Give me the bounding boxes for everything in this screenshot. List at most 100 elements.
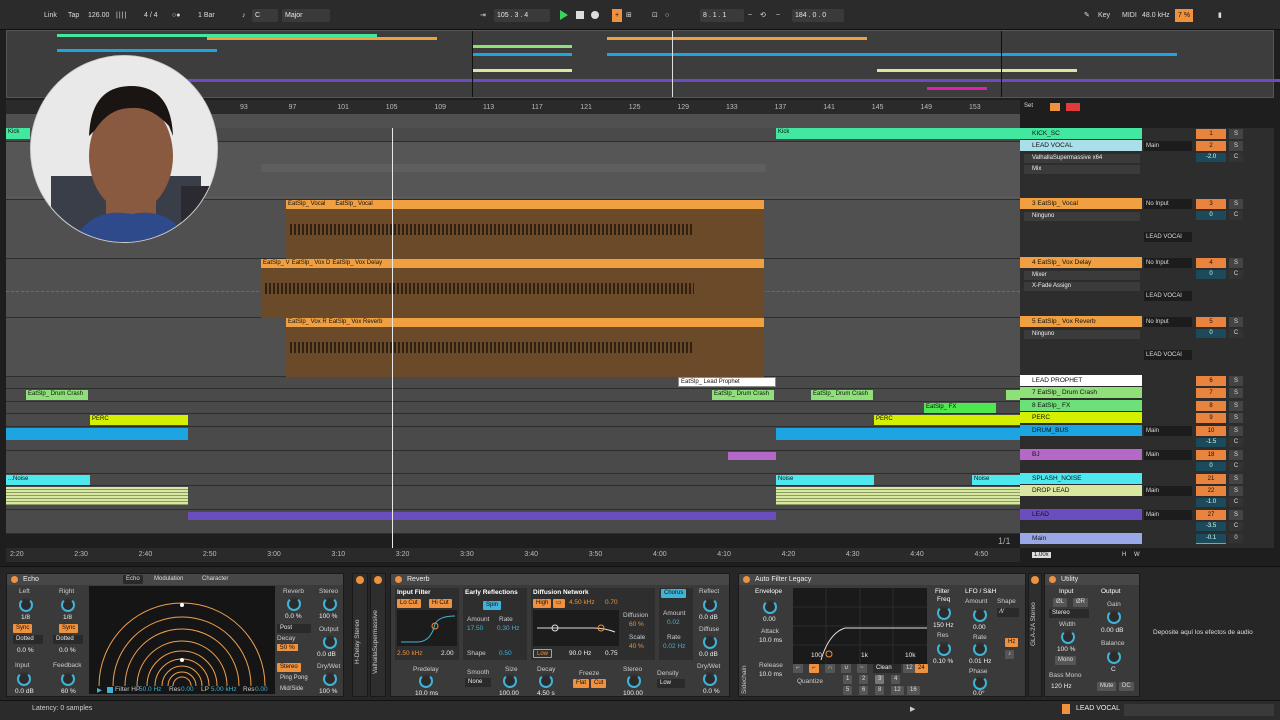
track-activator[interactable]: 27 [1196,510,1226,520]
lowpass-icon[interactable]: ⌐ [793,664,803,673]
track-header[interactable]: 4 EatSlp_ Vox Delay Mixer X-Fade Assign No … [1020,257,1274,316]
res-value[interactable]: 0.10 % [933,658,953,665]
chorus-button[interactable]: Chorus [661,589,687,598]
punch-in-icon[interactable]: ~ [748,9,752,22]
predelay-knob[interactable] [419,674,433,688]
track-name[interactable]: PERC [1020,412,1142,423]
track-name[interactable]: 5 EatSlp_ Vox Reverb [1020,316,1142,327]
filter-hp-value[interactable]: 50.0 Hz [139,686,161,693]
solo-button[interactable]: S [1229,317,1243,327]
flat-button[interactable]: Flat [573,679,590,688]
stereo-value[interactable]: 100 % [319,613,337,620]
track-io-select[interactable]: Main [1144,141,1192,151]
lane-bj[interactable] [6,451,1020,474]
shape-value[interactable]: 0.50 [499,650,512,657]
track-activator[interactable]: 6 [1196,376,1226,386]
filter-width-value[interactable]: 2.00 [441,650,454,657]
track-pan[interactable]: C [1229,498,1243,507]
reverb-knob[interactable] [287,597,301,611]
input-knob[interactable] [17,672,31,686]
punch-marker-icon[interactable] [1066,103,1080,111]
track-name[interactable]: 3 EatSlp_ Vocal [1020,198,1142,209]
predelay-value[interactable]: 10.0 ms [415,690,438,697]
gla-side-panel[interactable]: GLA-2A Stereo [1028,573,1042,697]
scale-icon[interactable]: ♪ [242,9,246,22]
clip-perc[interactable]: PERC [874,415,1020,425]
track-device-slot[interactable]: Mix [1024,165,1140,174]
cut-button[interactable]: Cut [591,679,607,688]
clip-drum-crash[interactable]: EatSlp_ Drum Crash [712,390,774,400]
play-button[interactable] [560,10,568,20]
track-activator[interactable]: 9 [1196,413,1226,423]
dc-button[interactable]: DC [1119,682,1134,691]
density-select[interactable]: Low [657,679,685,688]
lp-value[interactable]: 5.00 kHz [211,686,237,693]
mono-button[interactable]: Mono [1055,656,1077,665]
track-pan[interactable]: C [1229,462,1243,471]
track-header[interactable]: LEAD PROPHET 6 S [1020,375,1274,387]
res-knob[interactable] [937,642,951,656]
drywet-knob[interactable] [323,672,337,686]
clip-bj[interactable] [728,452,776,460]
overdub-button[interactable]: + [612,9,622,22]
release-value[interactable]: 10.0 ms [759,671,782,678]
auto-filter-title-bar[interactable]: Auto Filter Legacy [739,574,1025,585]
reverb-title-bar[interactable]: Reverb [391,574,729,585]
clip-vox-delay[interactable]: EatSlp_ V EatSlp_ Vox D EatSlp_ Vox Delay [261,259,764,318]
loop-icon[interactable]: ⟲ [760,9,766,22]
track-header[interactable]: LEAD Main 27 S -3.5 C [1020,509,1274,533]
drywet-value[interactable]: 100 % [319,688,337,695]
track-header[interactable]: Main1/2-0.10 [1020,533,1274,545]
track-activator[interactable]: 5 [1196,317,1226,327]
solo-button[interactable]: S [1229,413,1243,423]
quantize-12[interactable]: 12 [891,686,904,695]
filter-freq-value[interactable]: 2.50 kHz [397,650,423,657]
loop-length[interactable]: 184 . 0 . 0 [792,9,844,22]
diffuse-knob[interactable] [703,635,717,649]
clip-drum-crash[interactable]: EatSlp_ Drum Crash [811,390,873,400]
track-header[interactable]: DROP LEAD Main 22 S -1.0 C [1020,485,1274,509]
track-pan[interactable]: C [1229,270,1243,279]
punch-out-icon[interactable]: ~ [776,9,780,22]
power-icon[interactable] [1031,576,1039,584]
track-volume[interactable]: 0 [1196,462,1226,471]
play-triangle-icon[interactable]: ▶ [910,705,915,713]
balance-knob[interactable] [1107,650,1121,664]
clip-kick[interactable]: Kick [6,128,30,139]
solo-button[interactable]: S [1229,129,1243,139]
lfo-amount-knob[interactable] [973,608,987,622]
track-io-select[interactable]: Main [1144,450,1192,460]
overview-viewport[interactable] [472,31,1002,97]
res2-value[interactable]: 0.00 [255,686,268,693]
output-knob[interactable] [323,635,337,649]
solo-button[interactable]: S [1229,141,1243,151]
left-time-value[interactable]: 1/8 [21,614,30,621]
sidechain-label[interactable]: Sidechain [741,665,748,694]
key-select[interactable]: C [252,9,278,22]
feedback-knob[interactable] [61,672,75,686]
tab-character[interactable]: Character [199,575,232,584]
track-input-select[interactable]: LEAD VOCAl [1144,291,1192,301]
phase-value[interactable]: 0.0° [973,690,985,697]
low-value[interactable]: 0.75 [605,650,618,657]
track-device-slot[interactable]: X-Fade Assign [1024,282,1140,291]
lo-cut-button[interactable]: Lo Cut [397,599,421,608]
solo-button[interactable]: S [1229,258,1243,268]
solo-button[interactable]: S [1229,510,1243,520]
width-value[interactable]: 100 % [1057,646,1075,653]
solo-button[interactable]: S [1229,199,1243,209]
pingpong-mode-button[interactable]: Ping Pong [277,674,311,683]
freq-value[interactable]: 150 Hz [933,622,954,629]
reverb-position-select[interactable]: Post [277,624,311,633]
track-activator[interactable]: 1 [1196,129,1226,139]
scale-select[interactable]: Major [282,9,330,22]
bass-mono-freq[interactable]: 120 Hz [1051,683,1072,690]
clip-noise[interactable]: Noise [776,475,874,485]
clip-drop-lead[interactable] [776,487,1020,505]
play-triangle-icon[interactable]: ▶ [97,686,102,694]
lane-lead-prophet[interactable] [6,377,1020,389]
reflect-knob[interactable] [703,598,717,612]
decay-knob[interactable] [539,674,553,688]
track-header[interactable]: BJ Main 18 S 0 C [1020,449,1274,473]
track-volume[interactable]: -1.0 [1196,498,1226,507]
